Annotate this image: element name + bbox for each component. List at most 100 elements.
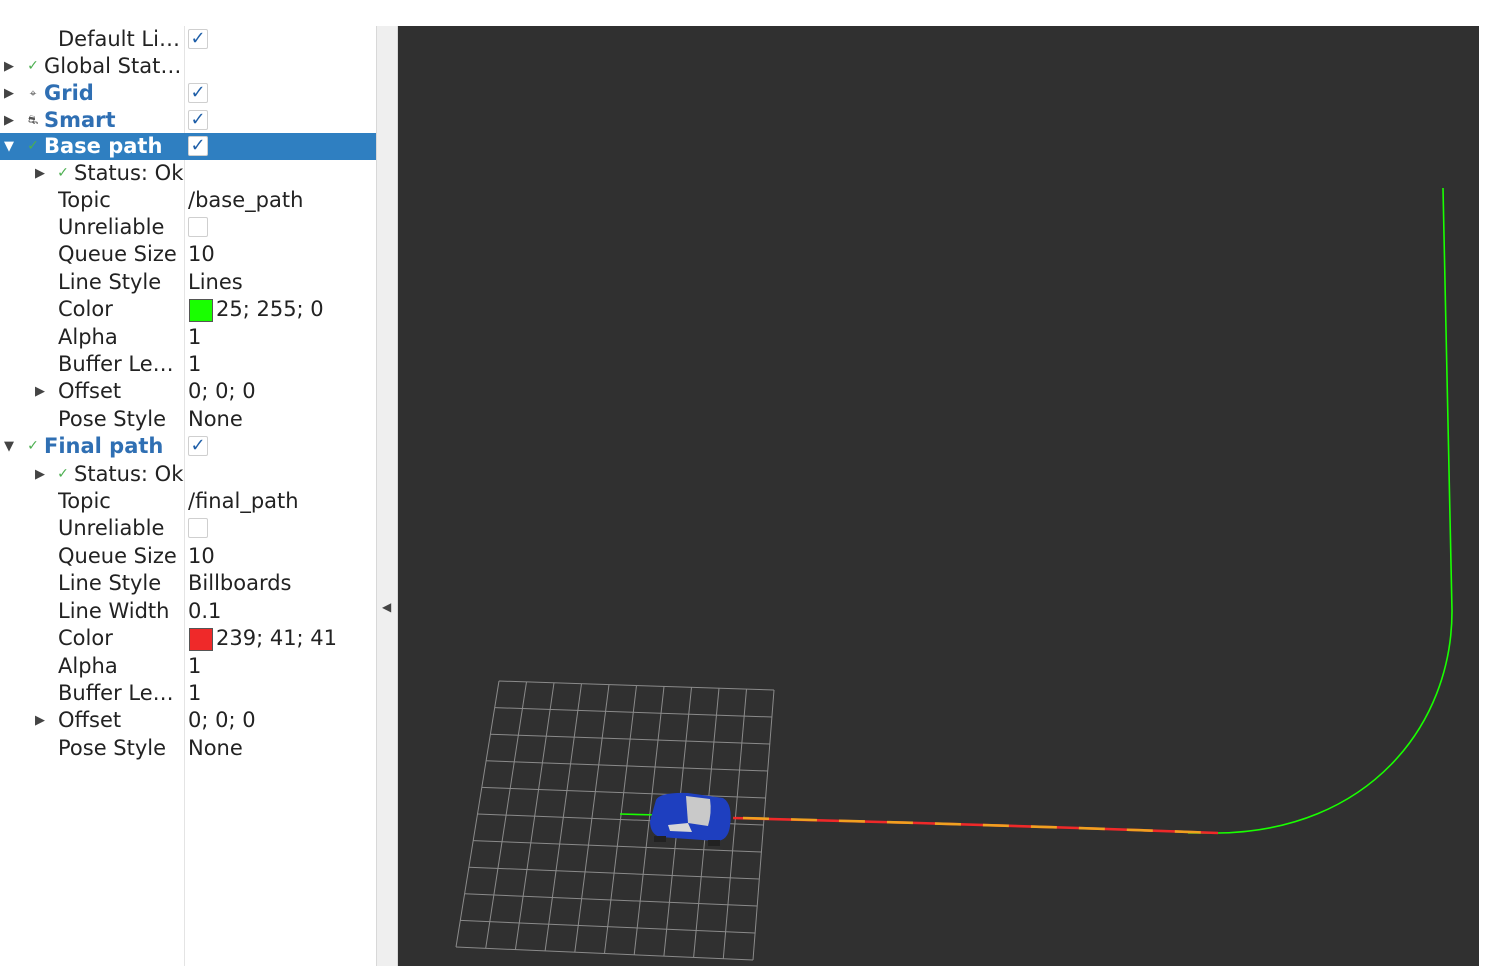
unreliable-checkbox[interactable]: [188, 217, 208, 237]
enable-checkbox[interactable]: ✓: [188, 83, 208, 103]
property-value[interactable]: 0.1: [188, 598, 221, 625]
property-value[interactable]: /final_path: [188, 488, 299, 515]
property-row-topic[interactable]: Topic /final_path: [0, 488, 376, 515]
collapse-arrow-icon[interactable]: ▼: [2, 433, 16, 460]
status-label: Status: Ok: [74, 161, 184, 185]
property-row-offset[interactable]: ▶ Offset 0; 0; 0: [0, 707, 376, 734]
status-label: Status: Ok: [74, 462, 184, 486]
property-value[interactable]: 10: [188, 241, 215, 268]
status-ok-icon: ✓: [57, 165, 69, 181]
color-swatch[interactable]: [189, 628, 213, 651]
property-name: Offset: [58, 708, 122, 732]
scene-canvas: [455, 187, 1453, 961]
property-name: Alpha: [58, 325, 118, 349]
display-row-default-light[interactable]: Default Li… ✓: [0, 26, 376, 53]
property-value[interactable]: None: [188, 735, 243, 762]
grid-icon: ⌖: [29, 86, 37, 100]
property-value[interactable]: 0; 0; 0: [188, 378, 256, 405]
grid-line: [455, 946, 754, 961]
property-row-line-width[interactable]: Line Width 0.1: [0, 598, 376, 625]
car-wheel: [654, 836, 666, 842]
expand-arrow-icon[interactable]: ▶: [2, 53, 16, 80]
expand-arrow-icon[interactable]: ▶: [2, 80, 16, 107]
enable-checkbox[interactable]: ✓: [188, 110, 208, 130]
property-value[interactable]: Billboards: [188, 570, 292, 597]
property-value[interactable]: 25; 255; 0: [216, 296, 324, 323]
collapse-arrow-icon[interactable]: ▼: [2, 133, 16, 160]
property-name: Queue Size: [58, 544, 177, 568]
property-row-alpha[interactable]: Alpha 1: [0, 653, 376, 680]
expand-arrow-icon[interactable]: ▶: [33, 461, 47, 488]
display-row-global-status[interactable]: ▶ ✓ Global Stat…: [0, 53, 376, 80]
property-value[interactable]: 1: [188, 324, 201, 351]
display-label: Base path: [44, 134, 163, 158]
property-row-line-style[interactable]: Line Style Billboards: [0, 570, 376, 597]
property-row-queue-size[interactable]: Queue Size 10: [0, 241, 376, 268]
property-row-color[interactable]: Color 239; 41; 41: [0, 625, 376, 652]
collapse-panel-icon[interactable]: ◀: [382, 600, 391, 614]
property-row-unreliable[interactable]: Unreliable: [0, 214, 376, 241]
property-name: Offset: [58, 379, 122, 403]
status-row[interactable]: ▶ ✓ Status: Ok: [0, 461, 376, 488]
color-swatch[interactable]: [189, 299, 213, 322]
display-row-grid[interactable]: ▶ ⌖ Grid ✓: [0, 80, 376, 107]
property-value[interactable]: 10: [188, 543, 215, 570]
expand-arrow-icon[interactable]: ▶: [33, 378, 47, 405]
expand-arrow-icon[interactable]: ▶: [2, 107, 16, 134]
property-name: Topic: [58, 188, 111, 212]
property-value[interactable]: None: [188, 406, 243, 433]
property-row-pose-style[interactable]: Pose Style None: [0, 406, 376, 433]
property-value[interactable]: 239; 41; 41: [216, 625, 337, 652]
property-value[interactable]: Lines: [188, 269, 243, 296]
expand-arrow-icon[interactable]: ▶: [33, 160, 47, 187]
enable-checkbox[interactable]: ✓: [188, 29, 208, 49]
property-name: Unreliable: [58, 215, 165, 239]
display-row-base-path[interactable]: ▼ ✓ Base path ✓: [0, 133, 376, 160]
property-row-unreliable[interactable]: Unreliable: [0, 515, 376, 542]
property-name: Line Width: [58, 599, 170, 623]
property-name: Queue Size: [58, 242, 177, 266]
enable-checkbox[interactable]: ✓: [188, 136, 208, 156]
property-name: Buffer Le…: [58, 352, 174, 376]
car-wheel: [708, 840, 720, 846]
property-row-buffer-length[interactable]: Buffer Le… 1: [0, 680, 376, 707]
base-path-line: [619, 187, 1453, 834]
unreliable-checkbox[interactable]: [188, 518, 208, 538]
property-row-offset[interactable]: ▶ Offset 0; 0; 0: [0, 378, 376, 405]
property-name: Topic: [58, 489, 111, 513]
status-row[interactable]: ▶ ✓ Status: Ok: [0, 160, 376, 187]
display-label: Global Stat…: [44, 54, 182, 78]
display-label: Default Li…: [58, 27, 180, 51]
property-name: Pose Style: [58, 407, 167, 431]
grid-line: [464, 893, 758, 907]
panel-splitter[interactable]: ◀: [376, 26, 398, 966]
robot-model-icon: ⛐: [27, 113, 39, 127]
property-row-pose-style[interactable]: Pose Style None: [0, 735, 376, 762]
expand-arrow-icon[interactable]: ▶: [33, 707, 47, 734]
property-name: Color: [58, 297, 113, 321]
property-row-alpha[interactable]: Alpha 1: [0, 324, 376, 351]
property-name: Color: [58, 626, 113, 650]
property-name: Alpha: [58, 654, 118, 678]
property-name: Line Style: [58, 270, 162, 294]
property-row-queue-size[interactable]: Queue Size 10: [0, 543, 376, 570]
property-value[interactable]: 1: [188, 351, 201, 378]
display-row-smart[interactable]: ▶ ⛐ Smart ✓: [0, 107, 376, 134]
property-row-color[interactable]: Color 25; 255; 0: [0, 296, 376, 323]
path-icon: ✓: [27, 438, 39, 454]
enable-checkbox[interactable]: ✓: [188, 436, 208, 456]
car-windshield: [686, 796, 711, 826]
vehicle-model: [650, 792, 731, 846]
display-label: Grid: [44, 81, 94, 105]
3d-render-view[interactable]: [398, 26, 1479, 966]
property-value[interactable]: 0; 0; 0: [188, 707, 256, 734]
property-value[interactable]: /base_path: [188, 187, 303, 214]
property-row-topic[interactable]: Topic /base_path: [0, 187, 376, 214]
property-row-buffer-length[interactable]: Buffer Le… 1: [0, 351, 376, 378]
property-value[interactable]: 1: [188, 653, 201, 680]
display-label: Final path: [44, 434, 164, 458]
property-row-line-style[interactable]: Line Style Lines: [0, 269, 376, 296]
property-name: Unreliable: [58, 516, 165, 540]
display-row-final-path[interactable]: ▼ ✓ Final path ✓: [0, 433, 376, 460]
property-value[interactable]: 1: [188, 680, 201, 707]
